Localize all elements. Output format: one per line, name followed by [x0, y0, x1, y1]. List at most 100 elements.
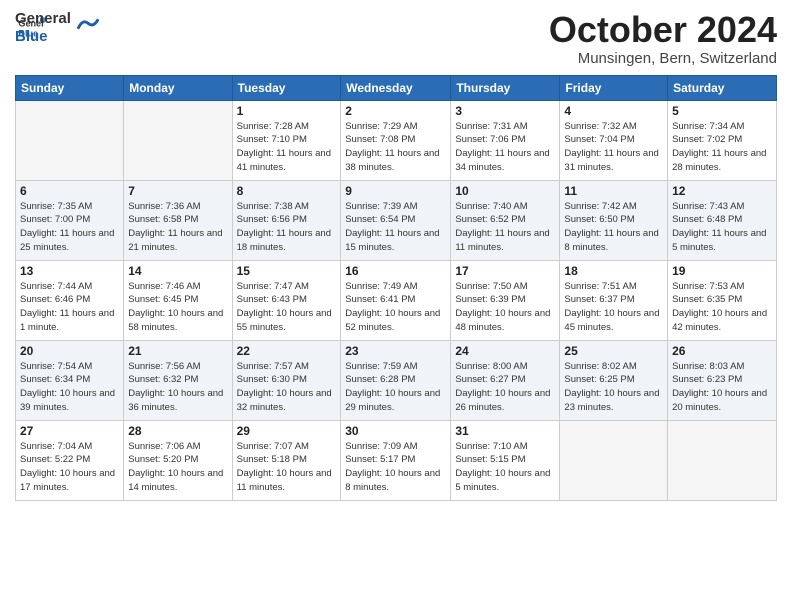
calendar-cell: 1 Sunrise: 7:28 AM Sunset: 7:10 PM Daylig…	[232, 100, 341, 180]
weekday-header: Tuesday	[232, 75, 341, 100]
calendar-table: SundayMondayTuesdayWednesdayThursdayFrid…	[15, 75, 777, 501]
calendar-cell: 22 Sunrise: 7:57 AM Sunset: 6:30 PM Dayli…	[232, 340, 341, 420]
day-number: 14	[128, 264, 227, 278]
month-title: October 2024	[549, 10, 777, 50]
calendar-cell: 6 Sunrise: 7:35 AM Sunset: 7:00 PM Daylig…	[16, 180, 124, 260]
weekday-header-row: SundayMondayTuesdayWednesdayThursdayFrid…	[16, 75, 777, 100]
day-number: 25	[564, 344, 663, 358]
calendar-cell: 31 Sunrise: 7:10 AM Sunset: 5:15 PM Dayli…	[451, 420, 560, 500]
calendar-cell: 21Sunrise: 7:56 AM Sunset: 6:32 PM Dayli…	[124, 340, 232, 420]
day-info: Sunrise: 7:54 AM Sunset: 6:34 PM Dayligh…	[20, 360, 119, 415]
day-info: Sunrise: 7:34 AM Sunset: 7:02 PM Dayligh…	[672, 120, 772, 175]
calendar-week-row: 27 Sunrise: 7:04 AM Sunset: 5:22 PM Dayli…	[16, 420, 777, 500]
calendar-cell: 2 Sunrise: 7:29 AM Sunset: 7:08 PM Daylig…	[341, 100, 451, 180]
day-info: Sunrise: 7:47 AM Sunset: 6:43 PM Dayligh…	[237, 280, 337, 335]
day-info: Sunrise: 7:50 AM Sunset: 6:39 PM Dayligh…	[455, 280, 555, 335]
day-info: Sunrise: 7:06 AM Sunset: 5:20 PM Dayligh…	[128, 440, 227, 495]
day-number: 19	[672, 264, 772, 278]
calendar-cell	[124, 100, 232, 180]
day-info: Sunrise: 7:09 AM Sunset: 5:17 PM Dayligh…	[345, 440, 446, 495]
calendar-week-row: 13 Sunrise: 7:44 AM Sunset: 6:46 PM Dayli…	[16, 260, 777, 340]
day-number: 7	[128, 184, 227, 198]
day-number: 30	[345, 424, 446, 438]
day-info: Sunrise: 7:56 AM Sunset: 6:32 PM Dayligh…	[128, 360, 227, 415]
day-number: 4	[564, 104, 663, 118]
calendar-cell: 29 Sunrise: 7:07 AM Sunset: 5:18 PM Dayli…	[232, 420, 341, 500]
calendar-cell: 14 Sunrise: 7:46 AM Sunset: 6:45 PM Dayli…	[124, 260, 232, 340]
day-info: Sunrise: 7:32 AM Sunset: 7:04 PM Dayligh…	[564, 120, 663, 175]
day-number: 9	[345, 184, 446, 198]
day-info: Sunrise: 7:49 AM Sunset: 6:41 PM Dayligh…	[345, 280, 446, 335]
day-number: 1	[237, 104, 337, 118]
day-info: Sunrise: 8:00 AM Sunset: 6:27 PM Dayligh…	[455, 360, 555, 415]
calendar-cell: 18Sunrise: 7:51 AM Sunset: 6:37 PM Dayli…	[560, 260, 668, 340]
calendar-cell: 19 Sunrise: 7:53 AM Sunset: 6:35 PM Dayli…	[668, 260, 777, 340]
day-info: Sunrise: 7:38 AM Sunset: 6:56 PM Dayligh…	[237, 200, 337, 255]
day-info: Sunrise: 7:10 AM Sunset: 5:15 PM Dayligh…	[455, 440, 555, 495]
day-info: Sunrise: 7:40 AM Sunset: 6:52 PM Dayligh…	[455, 200, 555, 255]
day-info: Sunrise: 7:36 AM Sunset: 6:58 PM Dayligh…	[128, 200, 227, 255]
day-number: 11	[564, 184, 663, 198]
day-info: Sunrise: 7:07 AM Sunset: 5:18 PM Dayligh…	[237, 440, 337, 495]
weekday-header: Thursday	[451, 75, 560, 100]
calendar-cell: 17 Sunrise: 7:50 AM Sunset: 6:39 PM Dayli…	[451, 260, 560, 340]
day-number: 27	[20, 424, 119, 438]
day-number: 26	[672, 344, 772, 358]
day-number: 22	[237, 344, 337, 358]
calendar-week-row: 20 Sunrise: 7:54 AM Sunset: 6:34 PM Dayli…	[16, 340, 777, 420]
day-info: Sunrise: 7:51 AM Sunset: 6:37 PM Dayligh…	[564, 280, 663, 335]
day-info: Sunrise: 7:29 AM Sunset: 7:08 PM Dayligh…	[345, 120, 446, 175]
day-number: 13	[20, 264, 119, 278]
day-info: Sunrise: 7:42 AM Sunset: 6:50 PM Dayligh…	[564, 200, 663, 255]
weekday-header: Friday	[560, 75, 668, 100]
day-number: 12	[672, 184, 772, 198]
weekday-header: Monday	[124, 75, 232, 100]
day-number: 15	[237, 264, 337, 278]
calendar-cell: 11 Sunrise: 7:42 AM Sunset: 6:50 PM Dayli…	[560, 180, 668, 260]
page-header: General Blue General Blue October 2024 M…	[15, 10, 777, 67]
calendar-cell: 8 Sunrise: 7:38 AM Sunset: 6:56 PM Daylig…	[232, 180, 341, 260]
calendar-cell: 20 Sunrise: 7:54 AM Sunset: 6:34 PM Dayli…	[16, 340, 124, 420]
calendar-cell: 5 Sunrise: 7:34 AM Sunset: 7:02 PM Daylig…	[668, 100, 777, 180]
calendar-cell	[560, 420, 668, 500]
day-number: 29	[237, 424, 337, 438]
calendar-cell: 7 Sunrise: 7:36 AM Sunset: 6:58 PM Daylig…	[124, 180, 232, 260]
calendar-week-row: 1 Sunrise: 7:28 AM Sunset: 7:10 PM Daylig…	[16, 100, 777, 180]
day-info: Sunrise: 7:53 AM Sunset: 6:35 PM Dayligh…	[672, 280, 772, 335]
day-number: 16	[345, 264, 446, 278]
calendar-cell	[16, 100, 124, 180]
logo-blue-text: Blue	[15, 28, 71, 46]
calendar-cell: 4 Sunrise: 7:32 AM Sunset: 7:04 PM Daylig…	[560, 100, 668, 180]
day-info: Sunrise: 7:43 AM Sunset: 6:48 PM Dayligh…	[672, 200, 772, 255]
day-number: 23	[345, 344, 446, 358]
logo-wave-icon	[77, 13, 99, 35]
day-info: Sunrise: 7:46 AM Sunset: 6:45 PM Dayligh…	[128, 280, 227, 335]
calendar-cell: 10Sunrise: 7:40 AM Sunset: 6:52 PM Dayli…	[451, 180, 560, 260]
day-number: 24	[455, 344, 555, 358]
day-number: 8	[237, 184, 337, 198]
calendar-cell: 15 Sunrise: 7:47 AM Sunset: 6:43 PM Dayli…	[232, 260, 341, 340]
day-number: 5	[672, 104, 772, 118]
logo: General Blue General Blue	[15, 10, 99, 46]
calendar-cell: 12 Sunrise: 7:43 AM Sunset: 6:48 PM Dayli…	[668, 180, 777, 260]
day-number: 20	[20, 344, 119, 358]
day-number: 3	[455, 104, 555, 118]
calendar-cell: 9 Sunrise: 7:39 AM Sunset: 6:54 PM Daylig…	[341, 180, 451, 260]
day-number: 17	[455, 264, 555, 278]
calendar-cell: 25Sunrise: 8:02 AM Sunset: 6:25 PM Dayli…	[560, 340, 668, 420]
day-number: 28	[128, 424, 227, 438]
calendar-week-row: 6 Sunrise: 7:35 AM Sunset: 7:00 PM Daylig…	[16, 180, 777, 260]
day-info: Sunrise: 7:39 AM Sunset: 6:54 PM Dayligh…	[345, 200, 446, 255]
day-info: Sunrise: 8:03 AM Sunset: 6:23 PM Dayligh…	[672, 360, 772, 415]
day-number: 6	[20, 184, 119, 198]
day-info: Sunrise: 7:44 AM Sunset: 6:46 PM Dayligh…	[20, 280, 119, 335]
day-info: Sunrise: 7:57 AM Sunset: 6:30 PM Dayligh…	[237, 360, 337, 415]
day-info: Sunrise: 7:28 AM Sunset: 7:10 PM Dayligh…	[237, 120, 337, 175]
day-info: Sunrise: 7:04 AM Sunset: 5:22 PM Dayligh…	[20, 440, 119, 495]
calendar-cell: 28 Sunrise: 7:06 AM Sunset: 5:20 PM Dayli…	[124, 420, 232, 500]
day-number: 2	[345, 104, 446, 118]
day-info: Sunrise: 7:59 AM Sunset: 6:28 PM Dayligh…	[345, 360, 446, 415]
calendar-cell: 3Sunrise: 7:31 AM Sunset: 7:06 PM Daylig…	[451, 100, 560, 180]
day-number: 31	[455, 424, 555, 438]
day-info: Sunrise: 7:35 AM Sunset: 7:00 PM Dayligh…	[20, 200, 119, 255]
